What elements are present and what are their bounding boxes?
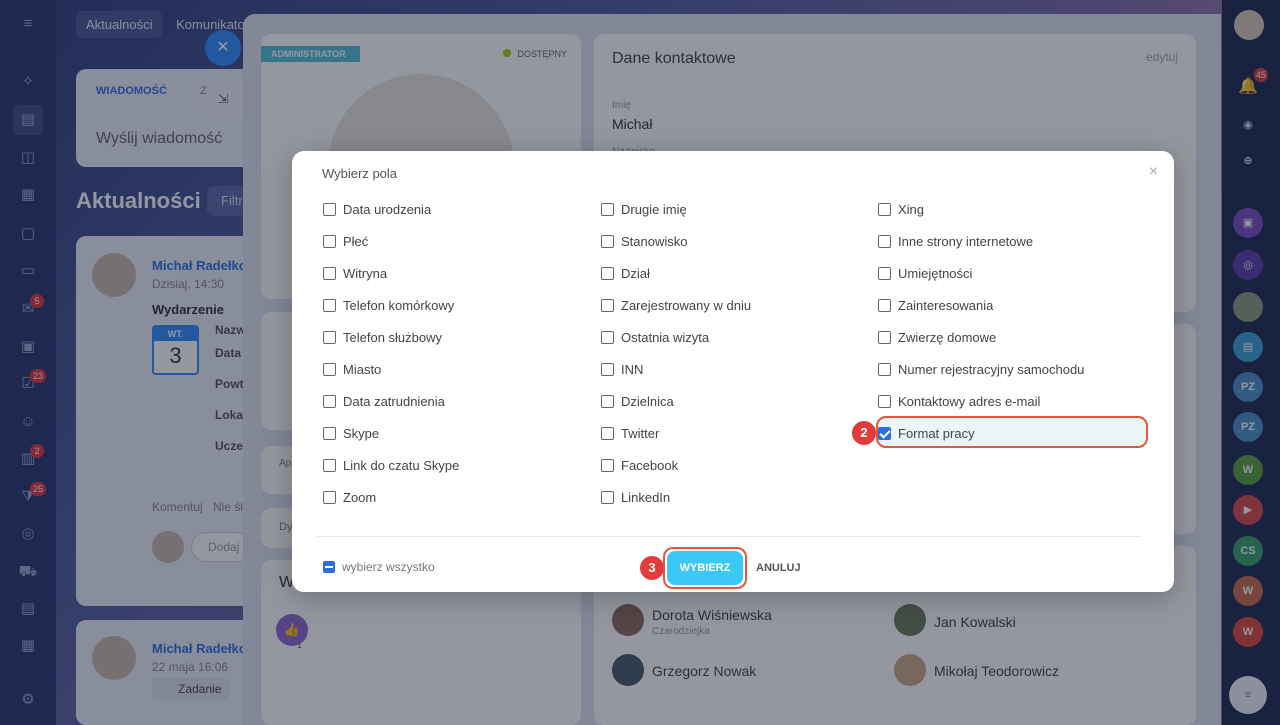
select-all-checkbox[interactable] — [323, 561, 335, 573]
field-option[interactable]: Drugie imię — [601, 199, 687, 219]
field-option[interactable]: Zainteresowania — [878, 295, 993, 315]
field-label: Twitter — [621, 425, 660, 441]
field-option[interactable]: Witryna — [323, 263, 387, 283]
field-option[interactable]: Data urodzenia — [323, 199, 431, 219]
field-label: Płeć — [343, 233, 369, 249]
field-label: Ostatnia wizyta — [621, 329, 710, 345]
dialog-title: Wybierz pola — [322, 166, 398, 181]
field-checkbox[interactable] — [323, 266, 336, 280]
field-checkbox[interactable] — [878, 426, 891, 440]
field-checkbox[interactable] — [323, 458, 336, 472]
field-option[interactable]: Telefon komórkowy — [323, 295, 454, 315]
field-checkbox[interactable] — [601, 234, 614, 248]
field-checkbox[interactable] — [878, 266, 891, 280]
field-option[interactable]: Płeć — [323, 231, 368, 251]
field-checkbox[interactable] — [323, 394, 336, 408]
field-checkbox[interactable] — [601, 458, 614, 472]
field-option[interactable]: Dzielnica — [601, 391, 674, 411]
field-checkbox[interactable] — [601, 330, 614, 344]
field-option[interactable]: Twitter — [601, 423, 659, 443]
field-label: Numer rejestracyjny samochodu — [898, 361, 1085, 377]
field-label: LinkedIn — [621, 489, 671, 505]
field-checkbox[interactable] — [323, 362, 336, 376]
field-checkbox[interactable] — [601, 266, 614, 280]
field-option[interactable]: Ostatnia wizyta — [601, 327, 709, 347]
divider — [317, 536, 1141, 537]
select-fields-dialog: Wybierz pola × 2 Data urodzenia Płeć Witry… — [292, 151, 1174, 592]
field-label: Facebook — [621, 457, 679, 473]
field-checkbox[interactable] — [878, 298, 891, 312]
field-checkbox[interactable] — [878, 362, 891, 376]
field-option[interactable]: Facebook — [601, 455, 678, 475]
field-option[interactable]: Zwierzę domowe — [878, 327, 996, 347]
field-label: Zainteresowania — [898, 297, 994, 313]
field-option[interactable]: Format pracy — [878, 423, 975, 443]
field-option[interactable]: Umiejętności — [878, 263, 972, 283]
field-label: Format pracy — [898, 425, 975, 441]
field-checkbox[interactable] — [323, 202, 336, 216]
field-option[interactable]: INN — [601, 359, 643, 379]
field-checkbox[interactable] — [323, 330, 336, 344]
field-checkbox[interactable] — [323, 490, 336, 504]
field-checkbox[interactable] — [601, 362, 614, 376]
field-option[interactable]: Telefon służbowy — [323, 327, 442, 347]
field-option[interactable]: Xing — [878, 199, 924, 219]
field-option[interactable]: Data zatrudnienia — [323, 391, 445, 411]
field-label: Telefon komórkowy — [343, 297, 455, 313]
field-label: Inne strony internetowe — [898, 233, 1034, 249]
field-option[interactable]: Zoom — [323, 487, 376, 507]
field-option[interactable]: LinkedIn — [601, 487, 670, 507]
field-option[interactable]: Kontaktowy adres e-mail — [878, 391, 1040, 411]
field-checkbox[interactable] — [601, 202, 614, 216]
field-label: Skype — [343, 425, 380, 441]
field-option[interactable]: Inne strony internetowe — [878, 231, 1033, 251]
field-label: Stanowisko — [621, 233, 688, 249]
field-label: Zwierzę domowe — [898, 329, 997, 345]
field-label: Miasto — [343, 361, 382, 377]
field-checkbox[interactable] — [601, 298, 614, 312]
field-label: Xing — [898, 201, 925, 217]
field-label: Dzielnica — [621, 393, 674, 409]
field-checkbox[interactable] — [601, 426, 614, 440]
field-label: Link do czatu Skype — [343, 457, 460, 473]
field-label: Kontaktowy adres e-mail — [898, 393, 1041, 409]
field-option[interactable]: Numer rejestracyjny samochodu — [878, 359, 1084, 379]
field-label: Dział — [621, 265, 650, 281]
field-label: Zoom — [343, 489, 377, 505]
field-option[interactable]: Dział — [601, 263, 650, 283]
field-checkbox[interactable] — [601, 490, 614, 504]
field-label: Zarejestrowany w dniu — [621, 297, 752, 313]
field-option[interactable]: Link do czatu Skype — [323, 455, 459, 475]
field-label: INN — [621, 361, 644, 377]
field-checkbox[interactable] — [878, 330, 891, 344]
field-label: Umiejętności — [898, 265, 973, 281]
field-checkbox[interactable] — [323, 426, 336, 440]
field-checkbox[interactable] — [323, 234, 336, 248]
field-checkbox[interactable] — [878, 234, 891, 248]
field-checkbox[interactable] — [878, 202, 891, 216]
select-all-toggle[interactable]: wybierz wszystko — [323, 560, 435, 574]
field-checkbox[interactable] — [601, 394, 614, 408]
field-label: Drugie imię — [621, 201, 687, 217]
step-2-marker: 2 — [852, 421, 876, 445]
step-3-marker: 3 — [640, 556, 664, 580]
select-button[interactable]: WYBIERZ — [667, 551, 743, 585]
field-option[interactable]: Stanowisko — [601, 231, 687, 251]
field-option[interactable]: Zarejestrowany w dniu — [601, 295, 751, 315]
cancel-button[interactable]: ANULUJ — [756, 562, 801, 574]
close-icon[interactable]: × — [1149, 163, 1158, 181]
field-checkbox[interactable] — [323, 298, 336, 312]
field-label: Data urodzenia — [343, 201, 432, 217]
field-label: Data zatrudnienia — [343, 393, 445, 409]
select-all-label: wybierz wszystko — [342, 560, 435, 574]
field-label: Telefon służbowy — [343, 329, 442, 345]
field-option[interactable]: Skype — [323, 423, 379, 443]
field-option[interactable]: Miasto — [323, 359, 381, 379]
field-label: Witryna — [343, 265, 388, 281]
field-checkbox[interactable] — [878, 394, 891, 408]
